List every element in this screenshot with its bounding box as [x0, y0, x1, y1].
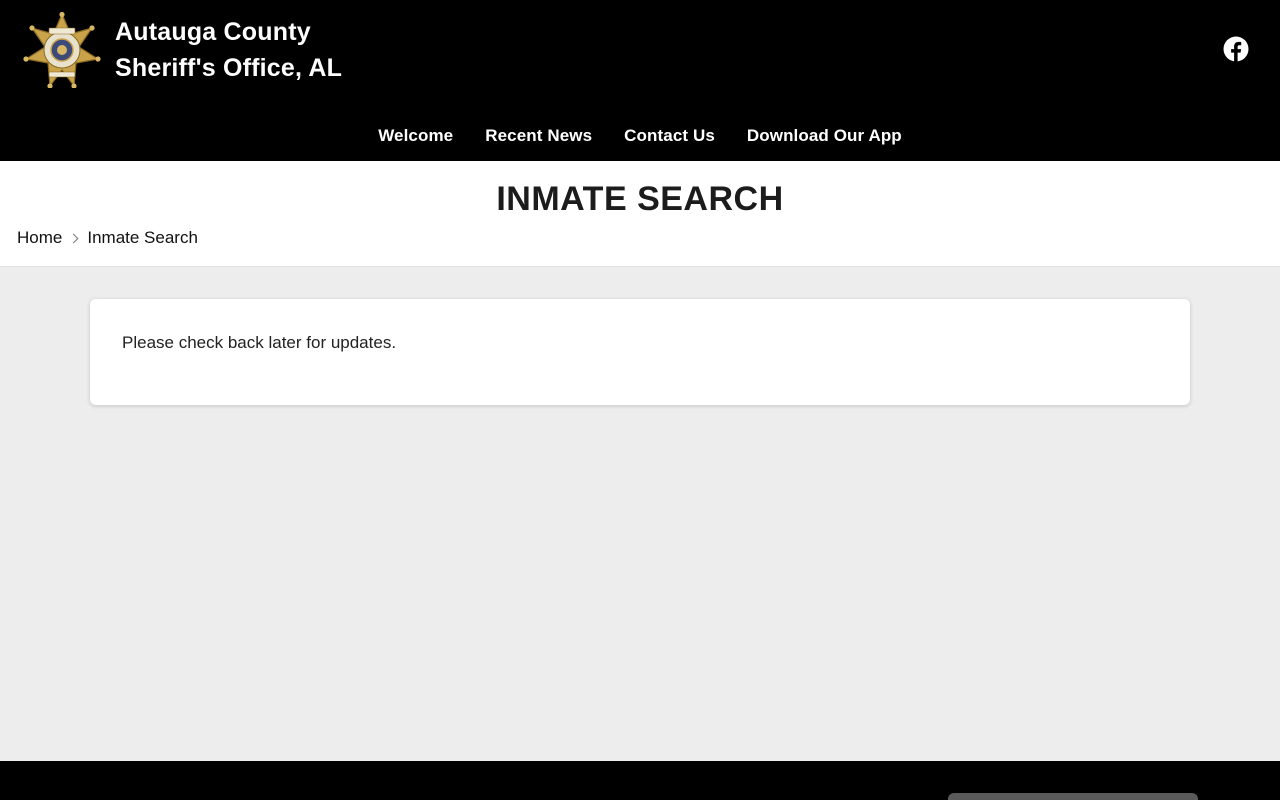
site-title-line1: Autauga County — [115, 18, 311, 46]
nav-recent-news[interactable]: Recent News — [485, 126, 592, 146]
facebook-link[interactable] — [1223, 36, 1249, 62]
footer-widget[interactable] — [948, 793, 1198, 800]
update-message: Please check back later for updates. — [122, 333, 397, 352]
breadcrumb-current: Inmate Search — [87, 228, 198, 247]
content-card: Please check back later for updates. — [90, 299, 1190, 405]
home-logo-link[interactable]: Autauga County Sheriff's Office, AL — [22, 12, 342, 88]
site-footer — [0, 761, 1280, 800]
nav-welcome[interactable]: Welcome — [378, 126, 453, 146]
chevron-right-icon — [68, 233, 79, 243]
site-title-line2: Sheriff's Office, AL — [115, 54, 343, 82]
facebook-icon — [1223, 36, 1249, 62]
breadcrumb-home-link[interactable]: Home — [17, 227, 62, 249]
nav-download-our-app[interactable]: Download Our App — [747, 126, 902, 146]
page-title: INMATE SEARCH — [496, 180, 784, 218]
nav-contact-us[interactable]: Contact Us — [624, 126, 715, 146]
sheriff-star-badge-icon — [23, 12, 101, 88]
site-header: Autauga County Sheriff's Office, AL Welc… — [0, 0, 1280, 161]
main-nav: Welcome Recent News Contact Us Download … — [0, 118, 1280, 154]
page-header: INMATE SEARCH Home Inmate Search — [0, 161, 1280, 267]
site-title: Autauga County Sheriff's Office, AL — [115, 14, 342, 86]
breadcrumb: Home Inmate Search — [17, 227, 198, 249]
